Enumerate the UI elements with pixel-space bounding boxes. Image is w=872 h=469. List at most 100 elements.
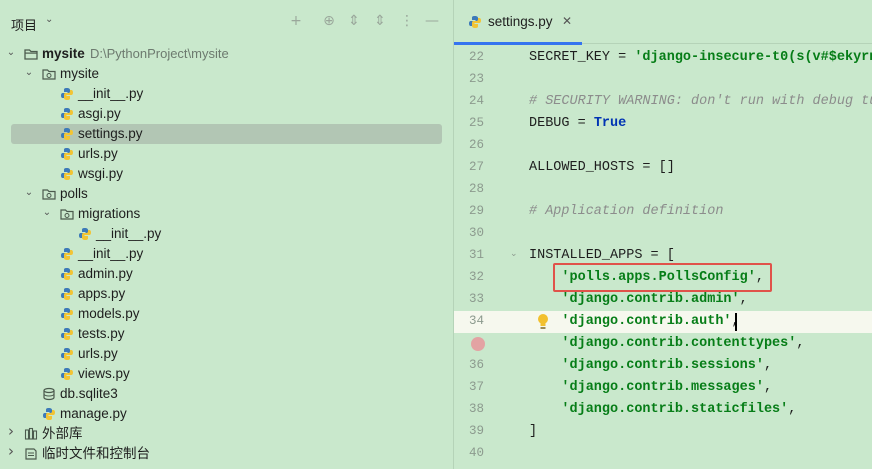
chevron-down-icon[interactable]: ⌄: [42, 206, 52, 220]
more-icon[interactable]: ⋮: [398, 12, 416, 30]
tree-item-label: urls.py: [78, 346, 118, 361]
tree-item-label: asgi.py: [78, 106, 121, 121]
editor-tabbar: settings.py ✕: [454, 0, 872, 45]
tree-item[interactable]: admin.py: [0, 264, 453, 284]
tab-settings-py[interactable]: settings.py ✕: [454, 0, 582, 45]
minimize-icon[interactable]: —: [423, 12, 441, 30]
package-folder-icon: [42, 189, 56, 200]
tree-item[interactable]: models.py: [0, 304, 453, 324]
code-line[interactable]: 24 # SECURITY WARNING: don't run with deb…: [454, 91, 872, 113]
code-text: 'django.contrib.staticfiles',: [529, 401, 796, 419]
code-token: ,: [739, 292, 748, 307]
python-file-icon: [61, 248, 73, 260]
code-line[interactable]: 30: [454, 223, 872, 245]
code-line[interactable]: 28: [454, 179, 872, 201]
chevron-right-icon[interactable]: ›: [6, 424, 16, 439]
tree-item-label: migrations: [78, 206, 141, 221]
code-line[interactable]: 'django.contrib.contenttypes',: [454, 333, 872, 355]
expand-all-icon[interactable]: ⇕: [345, 12, 363, 30]
code-line[interactable]: 40: [454, 443, 872, 465]
tree-item[interactable]: __init__.py: [0, 224, 453, 244]
code-text: 'django.contrib.contenttypes',: [529, 335, 804, 353]
tree-item[interactable]: tests.py: [0, 324, 453, 344]
tree-item[interactable]: settings.py: [0, 124, 453, 144]
chevron-down-icon[interactable]: ⌄: [6, 46, 16, 60]
tree-item-label: mysite: [60, 66, 100, 81]
python-file-icon: [61, 108, 73, 120]
project-panel-header: 项目 ⌄ + ⊕ ⇕ ⇕ ⋮ —: [0, 0, 453, 44]
tree-item-label: 外部库: [42, 426, 83, 441]
tree-item-label: __init__.py: [78, 246, 144, 261]
code-token: 'django.contrib.staticfiles': [561, 402, 789, 417]
tree-item[interactable]: › 外部库: [0, 424, 453, 444]
editor: settings.py ✕ 22 SECRET_KEY = 'django-ins…: [454, 0, 872, 469]
tree-item[interactable]: db.sqlite3: [0, 384, 453, 404]
tree-item[interactable]: manage.py: [0, 404, 453, 424]
code-text: SECRET_KEY = 'django-insecure-t0(s(v#$ek…: [529, 49, 872, 67]
tree-item[interactable]: › 临时文件和控制台: [0, 444, 453, 464]
tree-item-label: admin.py: [78, 266, 133, 281]
target-icon[interactable]: ⊕: [320, 12, 338, 30]
tree-item[interactable]: ⌄ mysite: [0, 64, 453, 84]
chevron-right-icon[interactable]: ›: [6, 444, 16, 459]
tree-item[interactable]: ⌄ migrations: [0, 204, 453, 224]
tree-item[interactable]: apps.py: [0, 284, 453, 304]
tree-item[interactable]: urls.py: [0, 344, 453, 364]
close-icon[interactable]: ✕: [562, 14, 572, 28]
project-view-selector[interactable]: 项目 ⌄: [11, 14, 53, 34]
tree-item-path: D:\PythonProject\mysite: [90, 46, 229, 61]
code-line[interactable]: 34 'django.contrib.auth',: [454, 311, 872, 333]
chevron-down-icon[interactable]: ⌄: [24, 66, 34, 80]
code-line[interactable]: 25 DEBUG = True: [454, 113, 872, 135]
tree-item[interactable]: __init__.py: [0, 244, 453, 264]
add-icon[interactable]: +: [287, 12, 305, 30]
code-line[interactable]: 29 # Application definition: [454, 201, 872, 223]
scratches-icon: [25, 448, 37, 460]
tree-item[interactable]: ⌄ polls: [0, 184, 453, 204]
code-line[interactable]: 23: [454, 69, 872, 91]
tree-item[interactable]: urls.py: [0, 144, 453, 164]
tree-item-label: polls: [60, 186, 88, 201]
python-file-icon: [61, 288, 73, 300]
code-line[interactable]: 22 SECRET_KEY = 'django-insecure-t0(s(v#$…: [454, 47, 872, 69]
code-line[interactable]: 36 'django.contrib.sessions',: [454, 355, 872, 377]
python-file-icon: [61, 368, 73, 380]
line-number: 36: [468, 358, 484, 372]
project-title: 项目: [11, 18, 38, 33]
tree-item[interactable]: wsgi.py: [0, 164, 453, 184]
code-line[interactable]: 37 'django.contrib.messages',: [454, 377, 872, 399]
fold-icon[interactable]: ⌄: [510, 249, 518, 259]
code-token: 'django.contrib.messages': [561, 380, 764, 395]
tree-item[interactable]: views.py: [0, 364, 453, 384]
code-line[interactable]: 39]: [454, 421, 872, 443]
code-line[interactable]: 27 ALLOWED_HOSTS = []: [454, 157, 872, 179]
code-token: ]: [529, 424, 538, 439]
line-number: 33: [468, 292, 484, 306]
tree-item-label: tests.py: [78, 326, 125, 341]
code-token: True: [593, 116, 627, 131]
code-line[interactable]: 38 'django.contrib.staticfiles',: [454, 399, 872, 421]
code-line[interactable]: 26: [454, 135, 872, 157]
tree-item[interactable]: __init__.py: [0, 84, 453, 104]
line-number: 37: [468, 380, 484, 394]
code-token: ,: [763, 380, 773, 395]
code-token: 'django.contrib.auth': [561, 314, 732, 329]
python-file-icon: [61, 128, 73, 140]
tree-item[interactable]: asgi.py: [0, 104, 453, 124]
chevron-down-icon[interactable]: ⌄: [24, 186, 34, 200]
code-text: ]: [529, 423, 537, 441]
code-text: DEBUG = True: [529, 115, 626, 133]
breakpoint-icon[interactable]: [471, 337, 485, 351]
code-text: 'django.contrib.sessions',: [529, 357, 772, 375]
line-number: 30: [468, 226, 484, 240]
lightbulb-icon[interactable]: [536, 313, 550, 331]
tree-item-label: __init__.py: [78, 86, 144, 101]
tree-item-label: urls.py: [78, 146, 118, 161]
collapse-all-icon[interactable]: ⇕: [371, 12, 389, 30]
line-number: 32: [468, 270, 484, 284]
tree-item[interactable]: ⌄ mysite D:\PythonProject\mysite: [0, 44, 453, 64]
code-line[interactable]: 33 'django.contrib.admin',: [454, 289, 872, 311]
